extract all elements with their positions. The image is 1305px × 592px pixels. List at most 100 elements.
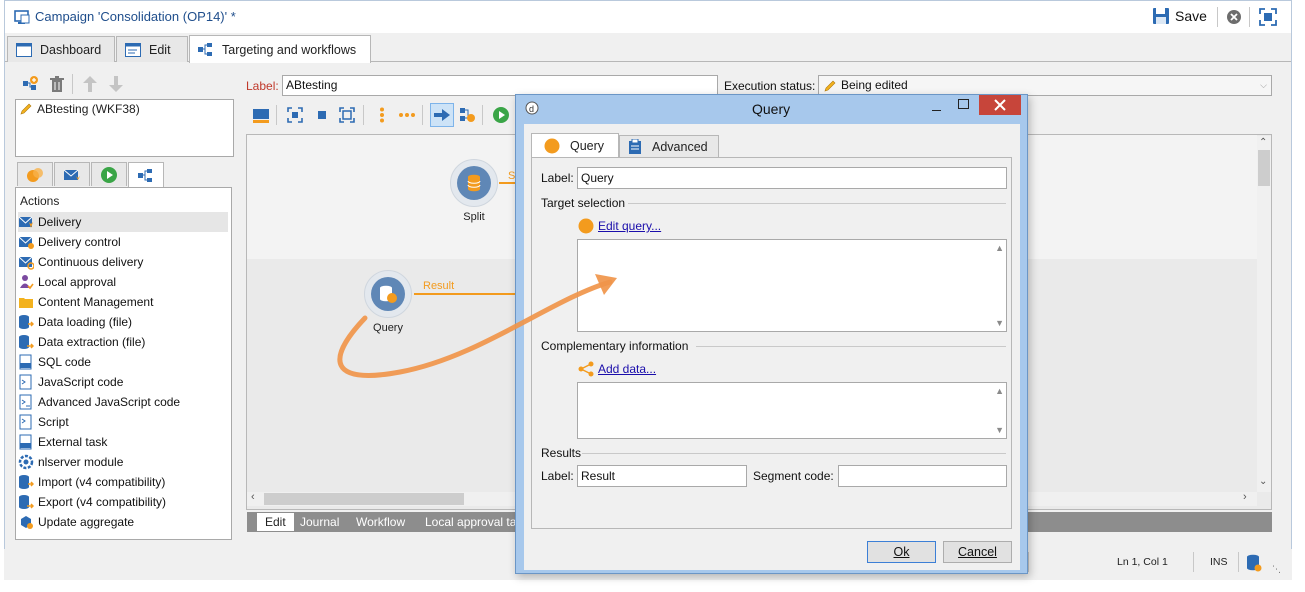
update-aggregate-icon — [18, 514, 34, 530]
workflow-label-input[interactable]: ABtesting — [282, 75, 718, 96]
sql-file-icon — [18, 354, 34, 370]
dialog-tab-advanced[interactable]: Advanced — [619, 135, 719, 158]
action-item-delivery-control[interactable]: Delivery control — [18, 232, 228, 252]
tab-dashboard[interactable]: Dashboard — [7, 36, 115, 62]
tab-targeting-and-workflows[interactable]: Targeting and workflows — [189, 35, 371, 63]
maximize-icon[interactable] — [958, 99, 969, 109]
edit-query-icon — [578, 218, 594, 234]
action-item-export[interactable]: Export (v4 compatibility) — [18, 492, 228, 512]
action-label: JavaScript code — [38, 375, 124, 389]
bottom-tab-label: Edit — [265, 515, 286, 529]
script-file-icon — [18, 374, 34, 390]
vertical-align-icon[interactable] — [374, 107, 390, 123]
action-item-content-management[interactable]: Content Management — [18, 292, 228, 312]
arrow-up-icon[interactable] — [82, 75, 98, 93]
result-label-caption: Label: — [541, 469, 574, 483]
action-label: Content Management — [38, 295, 154, 309]
zoom-area-icon[interactable] — [339, 107, 355, 123]
additional-data-area[interactable]: ▲ ▼ — [577, 382, 1007, 439]
bottom-tab-journal[interactable]: Journal — [292, 512, 347, 532]
query-description-area[interactable]: ▲ ▼ — [577, 239, 1007, 332]
results-heading: Results — [541, 446, 582, 460]
scroll-left-arrow[interactable]: ‹ — [251, 491, 255, 503]
action-label: Import (v4 compatibility) — [38, 475, 166, 489]
section-divider — [696, 346, 1006, 347]
tab-flow-control[interactable] — [91, 162, 127, 186]
cancel-circle-icon[interactable] — [1226, 9, 1242, 25]
action-label: Data extraction (file) — [38, 335, 146, 349]
tab-edit[interactable]: Edit — [116, 36, 188, 62]
horizontal-align-icon[interactable] — [398, 107, 416, 123]
scroll-up-arrow[interactable]: ⌃ — [1259, 137, 1267, 148]
fit-to-screen-icon[interactable] — [287, 107, 303, 123]
bottom-tab-workflow[interactable]: Workflow — [348, 512, 413, 532]
dialog-tab-query[interactable]: Query — [531, 133, 619, 158]
scroll-right-arrow[interactable]: › — [1243, 491, 1247, 503]
workflow-list-item[interactable]: ABtesting (WKF38) — [19, 102, 140, 116]
scroll-up-arrow[interactable]: ▲ — [995, 386, 1004, 396]
bottom-tab-local-approval[interactable]: Local approval ta — [417, 512, 524, 532]
action-item-sql-code[interactable]: SQL code — [18, 352, 228, 372]
close-icon — [994, 99, 1006, 111]
scroll-down-arrow[interactable]: ▼ — [995, 318, 1004, 328]
edit-query-link[interactable]: Edit query... — [598, 219, 661, 233]
script-icon — [18, 414, 34, 430]
split-node[interactable] — [450, 159, 498, 207]
new-workflow-icon[interactable] — [21, 75, 39, 93]
query-label-input[interactable]: Query — [577, 167, 1007, 189]
action-label: Script — [38, 415, 69, 429]
arrow-down-icon[interactable] — [108, 75, 124, 93]
action-item-advanced-javascript-code[interactable]: Advanced JavaScript code — [18, 392, 228, 412]
target-selection-heading: Target selection — [541, 196, 626, 210]
tab-targeting[interactable] — [17, 162, 53, 186]
cancel-label: Cancel — [958, 545, 997, 559]
close-button[interactable] — [979, 95, 1021, 115]
action-label: Continuous delivery — [38, 255, 144, 269]
start-icon[interactable] — [492, 106, 510, 124]
tab-delivery[interactable] — [54, 162, 90, 186]
dialog-title: Query — [752, 101, 791, 117]
trash-icon[interactable] — [48, 75, 66, 93]
result-label-input[interactable]: Result — [577, 465, 747, 487]
action-item-external-task[interactable]: External task — [18, 432, 228, 452]
scroll-down-arrow[interactable]: ▼ — [995, 425, 1004, 435]
title-divider-2 — [1249, 7, 1250, 27]
delivery-control-icon — [18, 234, 34, 250]
action-item-delivery[interactable]: Delivery — [18, 212, 228, 232]
bottom-tab-edit[interactable]: Edit — [256, 512, 295, 532]
delivery-icon — [18, 214, 34, 230]
action-item-nlserver-module[interactable]: nlserver module — [18, 452, 228, 472]
action-item-script[interactable]: Script — [18, 412, 228, 432]
action-item-local-approval[interactable]: Local approval — [18, 272, 228, 292]
external-task-icon — [18, 434, 34, 450]
action-item-javascript-code[interactable]: JavaScript code — [18, 372, 228, 392]
database-icon — [466, 174, 482, 192]
tab-tools[interactable] — [128, 162, 164, 188]
action-label: Local approval — [38, 275, 117, 289]
action-item-update-aggregate[interactable]: Update aggregate — [18, 512, 228, 532]
scrollbar-thumb[interactable] — [1258, 150, 1270, 186]
save-button[interactable]: Save — [1152, 7, 1207, 25]
segment-code-input[interactable] — [838, 465, 1007, 487]
actual-size-icon[interactable] — [314, 107, 330, 123]
tab-strip: Dashboard Edit Targeting and workflows — [5, 34, 1291, 63]
ok-button[interactable]: Ok — [867, 541, 936, 563]
minimize-icon[interactable] — [932, 99, 942, 111]
action-item-continuous-delivery[interactable]: Continuous delivery — [18, 252, 228, 272]
properties-icon[interactable] — [458, 106, 476, 124]
annotation-arrow — [337, 274, 617, 378]
action-item-data-loading[interactable]: Data loading (file) — [18, 312, 228, 332]
resize-grip-icon[interactable]: ⋱ — [1272, 564, 1281, 575]
action-item-data-extraction[interactable]: Data extraction (file) — [18, 332, 228, 352]
section-divider — [582, 453, 1006, 454]
database-extract-icon — [18, 334, 34, 350]
maximize-view-icon[interactable] — [1259, 8, 1277, 26]
h-scrollbar-thumb[interactable] — [264, 493, 464, 505]
scroll-down-arrow[interactable]: ⌄ — [1259, 476, 1267, 487]
cancel-button[interactable]: Cancel — [943, 541, 1012, 563]
canvas-vertical-scrollbar[interactable] — [1257, 136, 1271, 492]
start-mode-icon[interactable] — [430, 103, 454, 127]
scroll-up-arrow[interactable]: ▲ — [995, 243, 1004, 253]
action-item-import[interactable]: Import (v4 compatibility) — [18, 472, 228, 492]
layout-icon[interactable] — [252, 106, 270, 124]
